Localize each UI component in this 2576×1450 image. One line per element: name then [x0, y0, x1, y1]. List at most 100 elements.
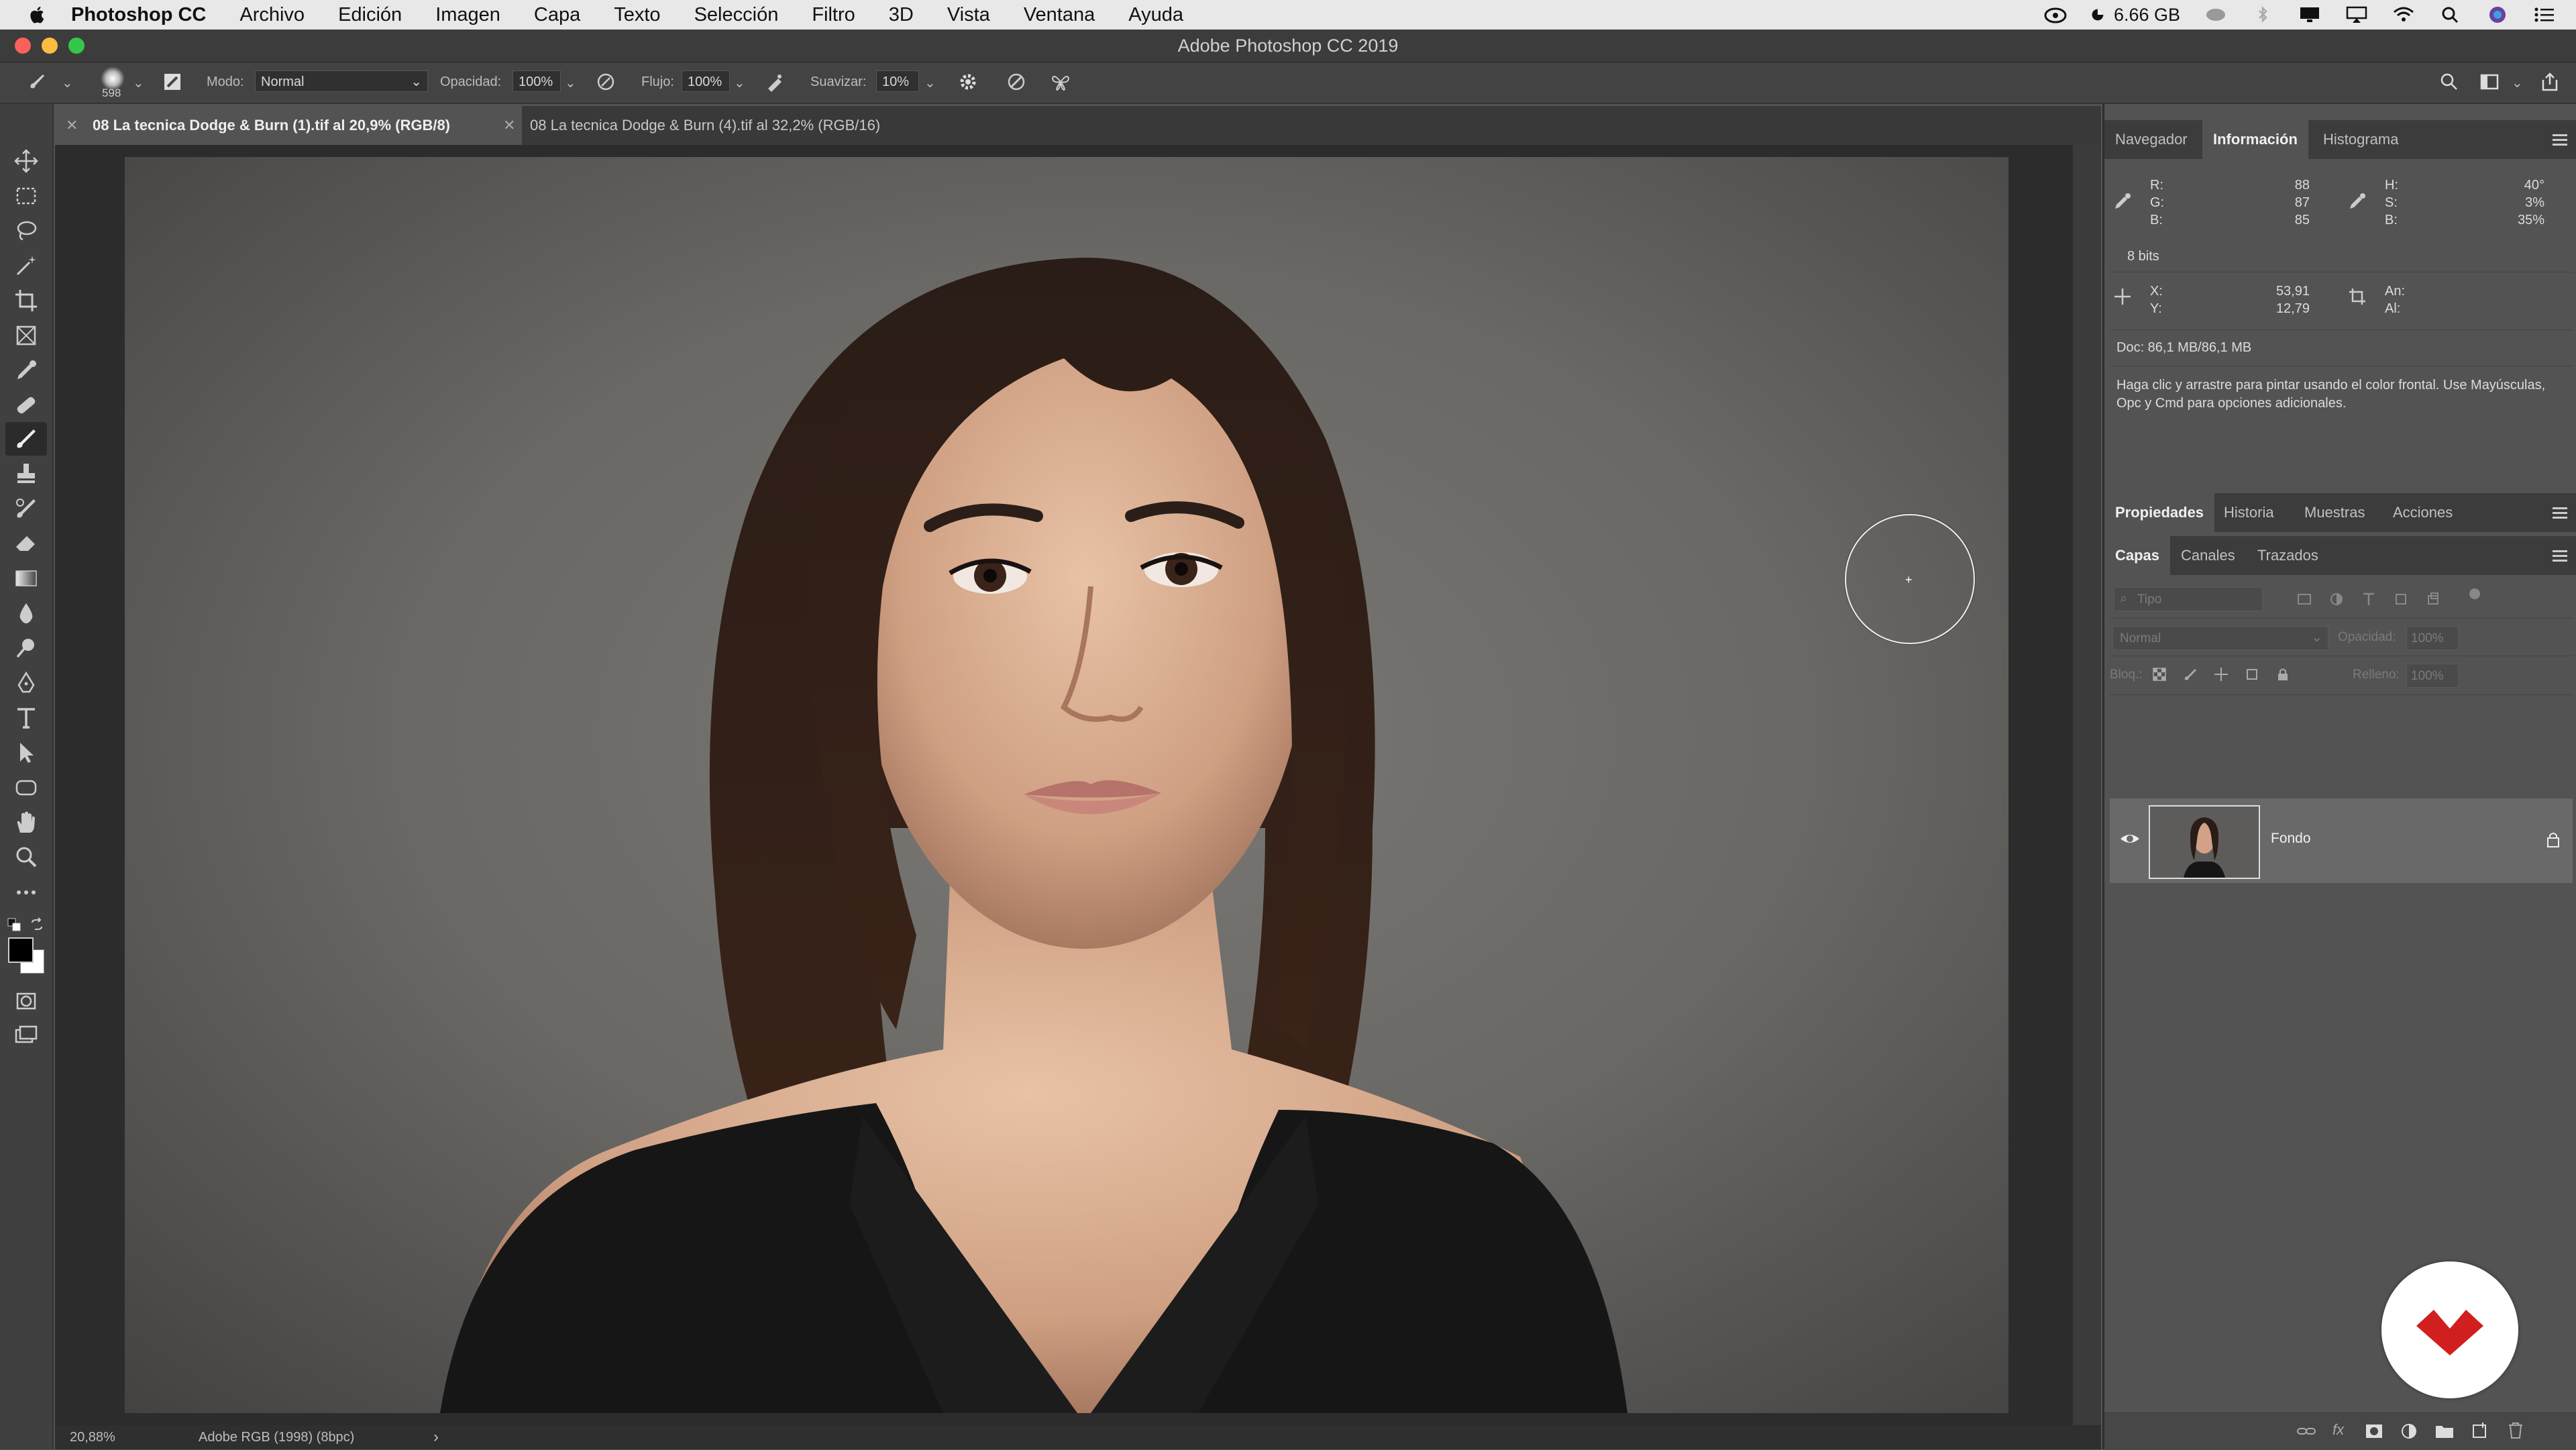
tab-informacion[interactable]: Información	[2202, 120, 2308, 159]
tab-trazados[interactable]: Trazados	[2247, 536, 2329, 575]
layer-thumbnail[interactable]	[2149, 805, 2260, 879]
path-selection-tool-icon[interactable]	[13, 740, 39, 766]
eyedropper-tool-icon[interactable]	[13, 358, 39, 383]
tab-muestras[interactable]: Muestras	[2294, 493, 2375, 532]
menu-vista[interactable]: Vista	[947, 4, 990, 26]
preset-chevron-icon[interactable]: ⌄	[62, 74, 73, 91]
zoom-tool-icon[interactable]	[13, 845, 39, 870]
vertical-scrollbar[interactable]	[2073, 145, 2101, 1427]
workspace-icon[interactable]	[2479, 72, 2500, 92]
fill-field[interactable]: 100%	[2406, 664, 2459, 688]
panel-menu-icon[interactable]	[2551, 505, 2569, 520]
display-icon[interactable]	[2298, 5, 2321, 24]
wifi-icon[interactable]	[2392, 5, 2415, 24]
lock-position-icon[interactable]	[2213, 666, 2229, 682]
siri-icon[interactable]	[2486, 5, 2509, 24]
flow-field[interactable]: 100%	[682, 70, 730, 92]
dodge-tool-icon[interactable]	[13, 635, 39, 661]
menu-ayuda[interactable]: Ayuda	[1128, 4, 1183, 26]
fx-icon[interactable]: fx	[2332, 1421, 2344, 1439]
brush-settings-panel-icon[interactable]	[162, 72, 182, 92]
menu-app-photoshop[interactable]: Photoshop CC	[71, 4, 206, 26]
blur-tool-icon[interactable]	[13, 601, 39, 626]
marquee-tool-icon[interactable]	[13, 183, 39, 209]
layer-name[interactable]: Fondo	[2271, 831, 2311, 847]
panel-menu-icon[interactable]	[2551, 548, 2569, 563]
filter-pixel-icon[interactable]	[2296, 591, 2312, 607]
menu-ventana[interactable]: Ventana	[1024, 4, 1095, 26]
layer-filter-field[interactable]: ⌕ Tipo	[2114, 587, 2263, 611]
filter-shape-icon[interactable]	[2393, 591, 2409, 607]
brush-tool-icon[interactable]	[13, 426, 39, 452]
notification-center-icon[interactable]	[2533, 5, 2556, 24]
symmetry-butterfly-icon[interactable]	[1051, 72, 1071, 92]
lasso-tool-icon[interactable]	[13, 218, 39, 244]
tab-propiedades[interactable]: Propiedades	[2104, 493, 2215, 532]
eraser-tool-icon[interactable]	[13, 531, 39, 556]
layer-lock-icon[interactable]	[2546, 831, 2561, 848]
crop-tool-icon[interactable]	[13, 288, 39, 313]
smoothing-gear-icon[interactable]	[958, 72, 978, 92]
tab-historia[interactable]: Historia	[2213, 493, 2285, 532]
menu-filtro[interactable]: Filtro	[812, 4, 855, 26]
menu-edicion[interactable]: Edición	[338, 4, 402, 26]
menu-seleccion[interactable]: Selección	[694, 4, 779, 26]
visibility-eye-icon[interactable]	[2119, 831, 2141, 847]
adjustment-icon[interactable]	[2400, 1422, 2418, 1440]
airbrush-icon[interactable]	[765, 72, 785, 92]
healing-brush-tool-icon[interactable]	[13, 393, 39, 418]
smoothing-field[interactable]: 10%	[876, 70, 919, 92]
clone-stamp-tool-icon[interactable]	[13, 461, 39, 486]
canvas-image[interactable]	[125, 157, 2008, 1413]
blend-mode-select[interactable]: Normal ⌄	[2112, 626, 2328, 650]
mask-icon[interactable]	[2365, 1422, 2383, 1440]
menu-texto[interactable]: Texto	[614, 4, 660, 26]
lock-artboard-icon[interactable]	[2244, 666, 2260, 682]
more-tools-icon[interactable]	[13, 880, 39, 905]
swap-colors-icon[interactable]	[30, 917, 44, 932]
drive-icon[interactable]	[2204, 5, 2227, 24]
memory-indicator[interactable]: 6.66 GB	[2091, 5, 2180, 25]
shape-tool-icon[interactable]	[13, 775, 39, 800]
creative-cloud-icon[interactable]	[2044, 5, 2067, 24]
gradient-tool-icon[interactable]	[13, 566, 39, 591]
pressure-size-icon[interactable]	[1006, 72, 1026, 92]
filter-smart-object-icon[interactable]	[2425, 591, 2441, 607]
tab-capas[interactable]: Capas	[2104, 536, 2171, 575]
layer-row[interactable]: Fondo	[2110, 798, 2573, 883]
pen-tool-icon[interactable]	[13, 670, 39, 696]
panel-menu-icon[interactable]	[2551, 132, 2569, 147]
pressure-opacity-icon[interactable]	[596, 72, 616, 92]
close-tab-icon[interactable]: ✕	[66, 106, 78, 145]
link-icon[interactable]	[2296, 1422, 2316, 1440]
close-tab-icon[interactable]: ✕	[503, 106, 515, 145]
airplay-icon[interactable]	[2345, 5, 2368, 24]
brush-tool-preset-icon[interactable]	[27, 72, 47, 92]
search-icon[interactable]	[2439, 72, 2459, 92]
type-tool-icon[interactable]	[13, 705, 39, 731]
filter-type-icon[interactable]	[2361, 591, 2377, 607]
zoom-level[interactable]: 20,88%	[70, 1430, 115, 1445]
frame-tool-icon[interactable]	[13, 323, 39, 348]
share-icon[interactable]	[2540, 72, 2560, 92]
eyedropper-hsb-icon[interactable]	[2347, 191, 2367, 211]
menu-capa[interactable]: Capa	[534, 4, 580, 26]
smoothing-chevron-icon[interactable]: ⌄	[924, 74, 936, 91]
new-layer-icon[interactable]	[2471, 1422, 2489, 1440]
lock-pixels-icon[interactable]	[2182, 666, 2198, 682]
tab-canales[interactable]: Canales	[2170, 536, 2246, 575]
menu-imagen[interactable]: Imagen	[435, 4, 500, 26]
foreground-color-swatch[interactable]	[8, 937, 34, 963]
filter-toggle-icon[interactable]	[2469, 588, 2480, 599]
magic-wand-tool-icon[interactable]	[13, 253, 39, 278]
screen-mode-icon[interactable]	[13, 1023, 39, 1049]
folder-icon[interactable]	[2434, 1422, 2455, 1440]
status-menu-arrow[interactable]: ›	[433, 1428, 439, 1447]
history-brush-tool-icon[interactable]	[13, 496, 39, 521]
lock-all-icon[interactable]	[2275, 666, 2291, 682]
apple-icon[interactable]	[27, 4, 48, 25]
brush-size-chevron-icon[interactable]: ⌄	[133, 74, 144, 91]
eyedropper-rgb-icon[interactable]	[2112, 191, 2133, 211]
trash-icon[interactable]	[2507, 1421, 2524, 1440]
tab-document-2[interactable]: ✕ 08 La tecnica Dodge & Burn (4).tif al …	[492, 106, 973, 145]
